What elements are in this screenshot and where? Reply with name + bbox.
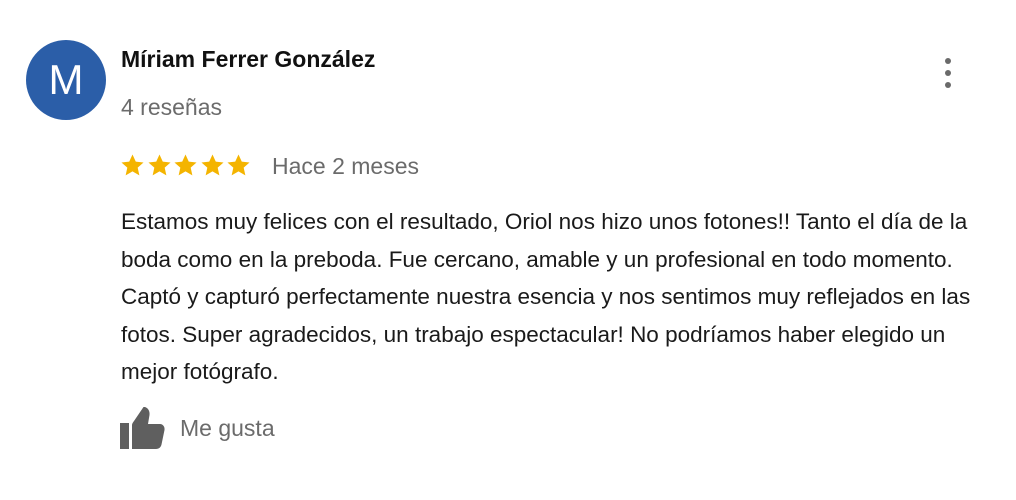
star-icon <box>147 153 171 175</box>
star-rating <box>119 150 252 180</box>
more-vert-icon-dot <box>945 82 951 88</box>
review-card: M Míriam Ferrer González 4 reseñas Hace … <box>0 0 1016 500</box>
more-options-button[interactable] <box>934 56 962 90</box>
like-button[interactable]: Me gusta <box>118 406 275 450</box>
like-label: Me gusta <box>180 414 275 441</box>
star-icon <box>227 153 250 175</box>
avatar[interactable]: M <box>26 40 106 120</box>
more-vert-icon-dot <box>945 70 951 76</box>
review-date: Hace 2 meses <box>272 153 420 179</box>
review-count[interactable]: 4 reseñas <box>121 94 222 121</box>
author-name[interactable]: Míriam Ferrer González <box>121 46 375 73</box>
thumbs-up-icon <box>120 407 165 449</box>
star-icon <box>174 153 197 175</box>
more-vert-icon <box>945 58 951 64</box>
star-icon <box>200 153 224 175</box>
star-icon <box>121 153 144 175</box>
review-text: Estamos muy felices con el resultado, Or… <box>121 209 971 384</box>
avatar-letter: M <box>48 56 84 103</box>
